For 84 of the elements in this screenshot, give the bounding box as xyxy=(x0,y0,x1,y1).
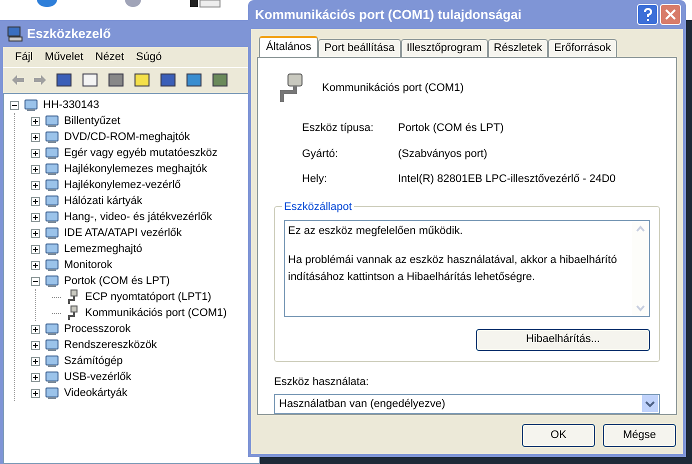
window-title: Eszközkezelő xyxy=(27,24,111,43)
device-icon xyxy=(44,161,60,177)
expand-toggle[interactable] xyxy=(31,180,40,190)
device-icon xyxy=(44,337,60,353)
expand-toggle[interactable] xyxy=(31,132,40,142)
tree-item[interactable]: Processzorok xyxy=(64,320,131,338)
property-value: Intel(R) 82801EB LPC-illesztővezérlő - 24D0 xyxy=(398,172,616,187)
close-icon xyxy=(665,9,676,20)
status-text: Ez az eszköz megfelelően működik. xyxy=(288,224,464,238)
tree-item[interactable]: Lemezmeghajtó xyxy=(64,240,142,258)
desktop-icon[interactable] xyxy=(190,0,222,8)
device-icon xyxy=(44,273,60,289)
dialog-button[interactable]: Mégse xyxy=(603,424,676,447)
property-label: Hely: xyxy=(302,172,328,187)
tree-item[interactable]: DVD/CD-ROM-meghajtók xyxy=(64,128,190,146)
menu-item[interactable]: Súgó xyxy=(136,48,162,66)
device-icon xyxy=(44,241,60,257)
device-icon xyxy=(44,257,60,273)
device-icon xyxy=(44,193,60,209)
expand-toggle[interactable] xyxy=(31,388,40,398)
dialog-button[interactable]: OK xyxy=(522,424,595,447)
usage-label: Eszköz használata: xyxy=(274,375,370,390)
status-text: Ha problémái vannak az eszköz használatával, akkor a hibaelhárító indításához kattintson a Hibaelhárítás lehetőségre. xyxy=(288,253,618,284)
collapse-toggle[interactable] xyxy=(10,100,19,110)
expand-toggle[interactable] xyxy=(31,356,40,366)
expand-toggle[interactable] xyxy=(31,196,40,206)
computer-icon xyxy=(7,26,23,42)
tree-item[interactable]: Hálózati kártyák xyxy=(64,192,142,210)
device-icon xyxy=(44,145,60,161)
device-icon xyxy=(23,97,39,113)
tab[interactable]: Erőforrások xyxy=(548,39,617,57)
usage-dropdown[interactable]: Használatban van (engedélyezve) xyxy=(274,394,660,414)
expand-toggle[interactable] xyxy=(31,212,40,222)
tree-item[interactable]: Portok (COM és LPT) xyxy=(64,272,170,290)
tree-item[interactable]: Monitorok xyxy=(64,256,112,274)
device-icon xyxy=(44,225,60,241)
device-name: Kommunikációs port (COM1) xyxy=(322,80,464,96)
tree-item[interactable]: Hajlékonylemez-vezérlő xyxy=(64,176,181,194)
tree-item[interactable]: Egér vagy egyéb mutatóeszköz xyxy=(64,144,218,162)
expand-toggle[interactable] xyxy=(31,244,40,254)
property-label: Eszköz típusa: xyxy=(302,121,375,136)
device-icon xyxy=(44,369,60,385)
tab[interactable]: Általános xyxy=(259,36,318,57)
menu-item[interactable]: Nézet xyxy=(95,48,124,66)
tree-item[interactable]: Rendszereszközök xyxy=(64,336,157,354)
expand-toggle[interactable] xyxy=(31,340,40,350)
device-icon xyxy=(44,353,60,369)
device-icon xyxy=(44,385,60,401)
expand-toggle[interactable] xyxy=(31,116,40,126)
device-icon xyxy=(44,129,60,145)
troubleshoot-button[interactable]: Hibaelhárítás... xyxy=(476,328,650,350)
property-value: Portok (COM és LPT) xyxy=(398,121,504,136)
help-button[interactable] xyxy=(637,4,658,25)
tree-item[interactable]: HH-330143 xyxy=(43,96,100,114)
device-icon xyxy=(44,177,60,193)
tree-item[interactable]: Hajlékonylemezes meghajtók xyxy=(64,160,208,178)
expand-toggle[interactable] xyxy=(31,260,40,270)
device-icon xyxy=(44,321,60,337)
tab[interactable]: Részletek xyxy=(488,39,548,57)
device-icon xyxy=(44,209,60,225)
tree-item[interactable]: Billentyűzet xyxy=(64,112,120,130)
expand-toggle[interactable] xyxy=(31,164,40,174)
tab[interactable]: Illesztőprogram xyxy=(400,39,488,57)
menu-item[interactable]: Fájl xyxy=(15,48,33,66)
dialog-title: Kommunikációs port (COM1) tulajdonságai xyxy=(255,6,522,24)
group-title: Eszközállapot xyxy=(282,198,354,215)
tree-item[interactable]: IDE ATA/ATAPI vezérlők xyxy=(64,224,182,242)
tree-item[interactable]: Számítógép xyxy=(64,352,123,370)
device-icon xyxy=(44,113,60,129)
tree-item[interactable]: Hang-, video- és játékvezérlők xyxy=(64,208,212,226)
tree-item[interactable]: USB-vezérlők xyxy=(64,368,132,386)
tree-item[interactable]: ECP nyomtatóport (LPT1) xyxy=(85,288,212,306)
expand-toggle[interactable] xyxy=(31,324,40,334)
tree-item[interactable]: Kommunikációs port (COM1) xyxy=(85,304,227,322)
menu-item[interactable]: Művelet xyxy=(44,48,84,66)
property-label: Gyártó: xyxy=(302,146,340,162)
expand-toggle[interactable] xyxy=(31,228,40,238)
tree-item[interactable]: Videokártyák xyxy=(64,384,128,402)
expand-toggle[interactable] xyxy=(31,372,40,382)
property-value: (Szabványos port) xyxy=(398,146,488,162)
tab[interactable]: Port beállítása xyxy=(318,39,401,57)
collapse-toggle[interactable] xyxy=(31,276,40,286)
expand-toggle[interactable] xyxy=(31,148,40,158)
close-button[interactable] xyxy=(660,4,681,25)
